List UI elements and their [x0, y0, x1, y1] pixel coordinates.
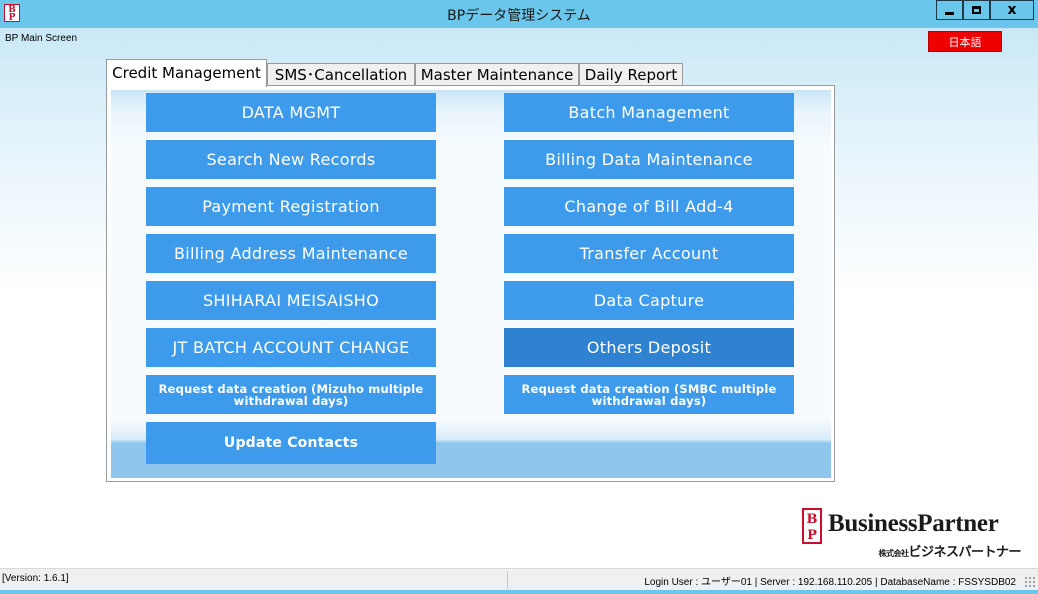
- button-area: DATA MGMT Search New Records Payment Reg…: [111, 90, 831, 478]
- search-new-records-button[interactable]: Search New Records: [146, 140, 436, 179]
- form-title: BP Main Screen: [5, 33, 78, 44]
- shiharai-meisaisho-button[interactable]: SHIHARAI MEISAISHO: [146, 281, 436, 320]
- update-contacts-button[interactable]: Update Contacts: [146, 422, 436, 464]
- window-title: BPデータ管理システム: [447, 8, 591, 24]
- request-data-mizuho-button[interactable]: Request data creation (Mizuho multiple w…: [146, 375, 436, 414]
- minimize-icon: [945, 12, 954, 15]
- request-data-smbc-button[interactable]: Request data creation (SMBC multiple wit…: [504, 375, 794, 414]
- login-info-label: Login User : ユーザー01 | Server : 192.168.1…: [644, 577, 1016, 588]
- logo-mark-p: P: [807, 528, 817, 543]
- jt-batch-account-change-button[interactable]: JT BATCH ACCOUNT CHANGE: [146, 328, 436, 367]
- tab-daily-report[interactable]: Daily Report: [579, 63, 683, 86]
- bp-logo-mark-icon: B P: [802, 508, 822, 544]
- app-window: BP BPデータ管理システム x BP Main Screen 日本語 Cred…: [0, 0, 1038, 594]
- data-mgmt-button[interactable]: DATA MGMT: [146, 93, 436, 132]
- business-partner-logo: B P BusinessPartner 株式会社ビジネスパートナー: [802, 508, 1027, 560]
- logo-subtitle-small: 株式会社: [878, 549, 909, 558]
- payment-registration-button[interactable]: Payment Registration: [146, 187, 436, 226]
- logo-subtitle: 株式会社ビジネスパートナー: [878, 541, 1021, 560]
- tab-credit-management[interactable]: Credit Management: [106, 59, 267, 87]
- tab-panel-credit-management: DATA MGMT Search New Records Payment Reg…: [106, 85, 835, 482]
- maximize-button[interactable]: [963, 0, 990, 20]
- maximize-icon: [972, 6, 981, 14]
- close-button[interactable]: x: [990, 0, 1034, 20]
- logo-mark-b: B: [807, 512, 818, 527]
- batch-management-button[interactable]: Batch Management: [504, 93, 794, 132]
- resize-grip-icon[interactable]: [1024, 576, 1036, 588]
- billing-data-maintenance-button[interactable]: Billing Data Maintenance: [504, 140, 794, 179]
- close-icon: x: [1007, 2, 1017, 18]
- title-bar[interactable]: BP BPデータ管理システム x: [0, 0, 1038, 28]
- language-button[interactable]: 日本語: [928, 31, 1002, 52]
- status-separator: [507, 571, 508, 589]
- main-form: BP Main Screen 日本語 Credit Management SMS…: [0, 28, 1038, 568]
- data-capture-button[interactable]: Data Capture: [504, 281, 794, 320]
- billing-address-maintenance-button[interactable]: Billing Address Maintenance: [146, 234, 436, 273]
- others-deposit-button[interactable]: Others Deposit: [504, 328, 794, 367]
- change-of-bill-add-4-button[interactable]: Change of Bill Add-4: [504, 187, 794, 226]
- version-label: [Version: 1.6.1]: [2, 573, 69, 584]
- tab-master-maintenance[interactable]: Master Maintenance: [415, 63, 579, 86]
- tab-sms-cancellation[interactable]: SMS･Cancellation: [267, 63, 415, 86]
- status-bar: [Version: 1.6.1] Login User : ユーザー01 | S…: [0, 568, 1038, 590]
- transfer-account-button[interactable]: Transfer Account: [504, 234, 794, 273]
- window-bottom-border: [0, 590, 1038, 594]
- minimize-button[interactable]: [936, 0, 963, 20]
- logo-name: BusinessPartner: [828, 510, 999, 537]
- logo-subtitle-main: ビジネスパートナー: [908, 545, 1021, 560]
